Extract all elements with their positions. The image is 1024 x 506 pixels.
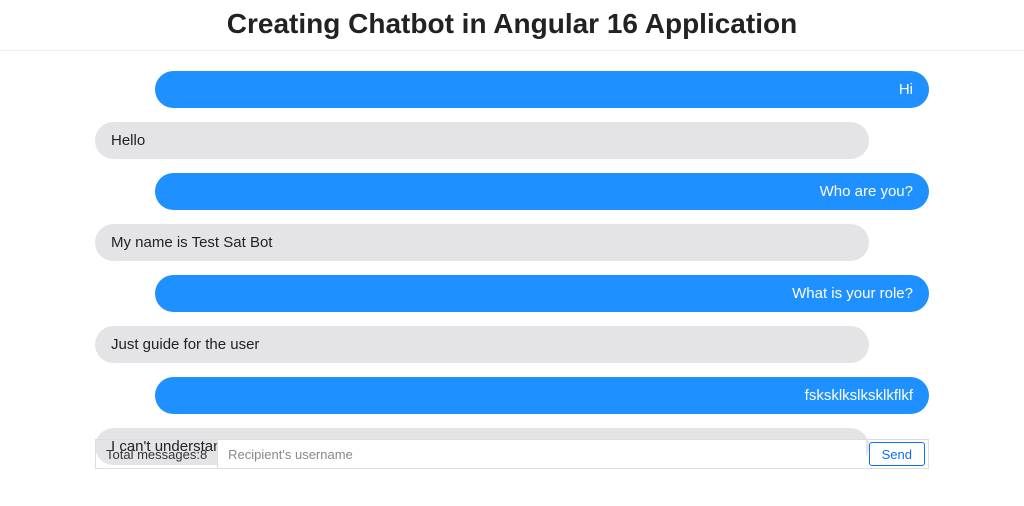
send-button[interactable]: Send [869,442,925,466]
message-bot: Just guide for the user [95,326,869,363]
message-user: fsksklkslksklkflkf [155,377,929,414]
message-user: Hi [155,71,929,108]
compose-bar: Total messages: 8 Send [95,439,929,469]
total-messages-label: Total messages: 8 [96,440,218,468]
message-bot: Hello [95,122,869,159]
total-messages-prefix: Total messages: [106,447,200,462]
message-bot: My name is Test Sat Bot [95,224,869,261]
chat-message-list: Hi Hello Who are you? My name is Test Sa… [0,51,1024,465]
message-input[interactable] [218,440,865,468]
page-title: Creating Chatbot in Angular 16 Applicati… [0,0,1024,51]
message-user: Who are you? [155,173,929,210]
message-user: What is your role? [155,275,929,312]
total-messages-count: 8 [200,447,207,462]
